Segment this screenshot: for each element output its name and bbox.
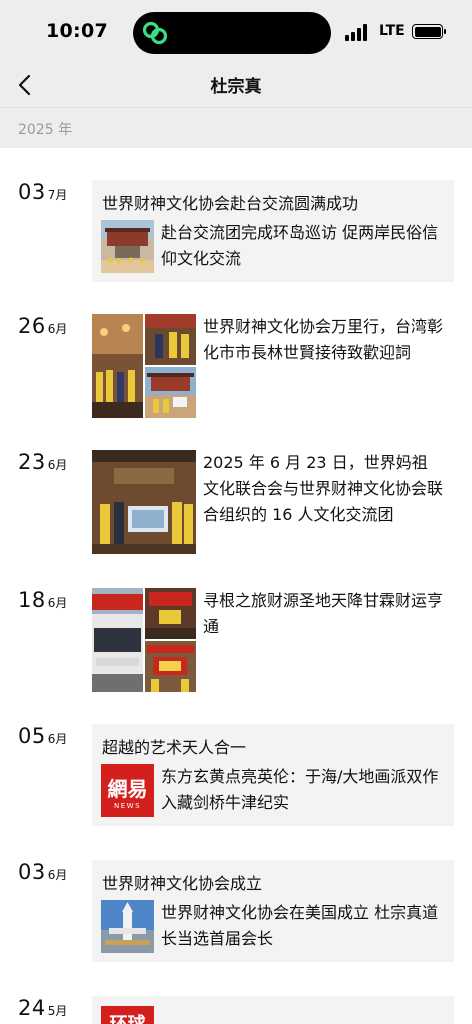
article-title: 超越的艺术天人合一: [102, 738, 247, 757]
post-text: 世界财神文化协会万里行，台湾彰化市市長林世賢接待致歡迎詞: [203, 317, 443, 362]
shared-article-card[interactable]: 世界财神文化协会赴台交流圆满成功 赴台交流团完成环岛巡访 促两岸民俗信仰文化交流: [92, 180, 454, 282]
photo-grid[interactable]: [92, 588, 196, 692]
post-date: 05 6月: [18, 724, 67, 748]
post-month: 6月: [47, 458, 68, 472]
post-date: 23 6月: [18, 450, 67, 474]
page-title: 杜宗真: [210, 77, 262, 97]
post-date: 24 5月: [18, 996, 67, 1020]
moments-feed: 03 7月 世界财神文化协会赴台交流圆满成功 赴台交流团完成环岛巡访 促两岸民俗信…: [0, 148, 472, 1024]
netease-logo-text: 網易: [107, 777, 148, 801]
photo-thumbnail[interactable]: [92, 314, 143, 418]
post-month: 7月: [47, 188, 68, 202]
post-month: 6月: [47, 596, 68, 610]
link-icon: [142, 21, 168, 45]
network-type: LTE: [379, 23, 405, 39]
signal-icon: [345, 23, 371, 41]
photo-thumbnail[interactable]: [145, 314, 196, 365]
shared-article-card[interactable]: 超越的艺术天人合一 網易 NEWS 东方玄黄点亮英伦：于海/大地画派双作入藏剑桥…: [92, 724, 454, 826]
year-header: 2025 年: [0, 108, 472, 148]
post-day: 03: [18, 180, 46, 204]
photo-thumbnail[interactable]: [145, 641, 196, 692]
post-date: 18 6月: [18, 588, 67, 612]
status-bar: 10:07 LTE: [0, 0, 472, 62]
article-title: 世界财神文化协会成立: [102, 874, 263, 893]
photo-thumbnail[interactable]: [145, 588, 196, 639]
post-month: 6月: [47, 322, 68, 336]
year-label: 2025 年: [18, 122, 73, 138]
photo-thumbnail[interactable]: [145, 367, 196, 418]
shared-article-card[interactable]: 环球: [92, 996, 454, 1024]
post-date: 03 6月: [18, 860, 67, 884]
netease-news-logo: 網易 NEWS: [101, 764, 154, 817]
post-text: 寻根之旅财源圣地天降甘霖财运亨通: [203, 591, 444, 636]
article-thumbnail: [101, 900, 154, 953]
battery-icon: [412, 24, 446, 39]
dynamic-island: [133, 12, 331, 54]
post-month: 5月: [47, 1004, 68, 1018]
article-thumbnail: [101, 220, 154, 273]
photo-thumbnail[interactable]: [92, 450, 196, 554]
post-date: 03 7月: [18, 180, 67, 204]
post-day: 05: [18, 724, 46, 748]
post-day: 18: [18, 588, 46, 612]
post-month: 6月: [47, 868, 68, 882]
status-time: 10:07: [46, 20, 108, 42]
netease-logo-subtext: NEWS: [113, 802, 142, 810]
post-date: 26 6月: [18, 314, 67, 338]
article-description: 东方玄黄点亮英伦：于海/大地画派双作入藏剑桥牛津纪实: [161, 767, 439, 812]
photo-grid[interactable]: [92, 314, 196, 418]
article-description: 世界财神文化协会在美国成立 杜宗真道长当选首届会长: [161, 903, 439, 948]
post-day: 24: [18, 996, 46, 1020]
post-text: 2025 年 6 月 23 日，世界妈祖文化联合会与世界财神文化协会联合组织的 …: [203, 453, 443, 524]
post-day: 23: [18, 450, 46, 474]
article-description: 赴台交流团完成环岛巡访 促两岸民俗信仰文化交流: [161, 223, 439, 268]
news-logo: 环球: [101, 1006, 154, 1024]
photo-thumbnail[interactable]: [92, 588, 143, 692]
article-title: 世界财神文化协会赴台交流圆满成功: [102, 194, 359, 213]
shared-article-card[interactable]: 世界财神文化协会成立 世界财神文化协会在美国成立 杜宗真道长当选首届会长: [92, 860, 454, 962]
post-month: 6月: [47, 732, 68, 746]
news-logo-text: 环球: [101, 1010, 154, 1024]
nav-bar: 杜宗真: [0, 62, 472, 108]
post-day: 26: [18, 314, 46, 338]
post-day: 03: [18, 860, 46, 884]
